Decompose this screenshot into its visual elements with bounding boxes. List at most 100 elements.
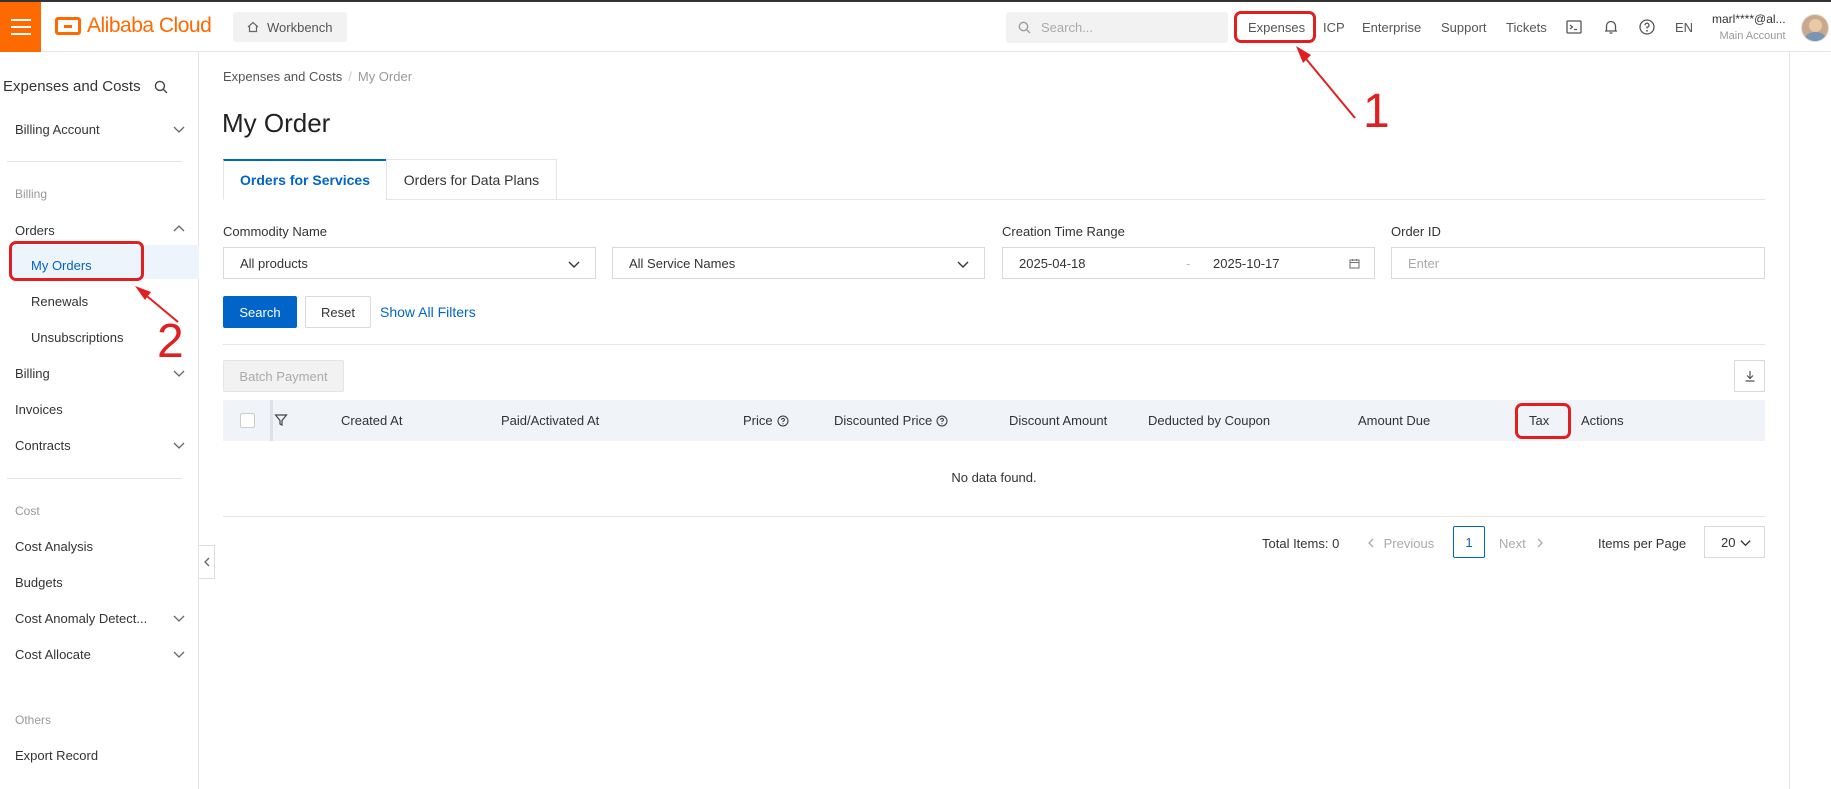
column-divider xyxy=(270,400,273,441)
previous-label: Previous xyxy=(1383,536,1435,551)
items-per-page-select[interactable]: 20 xyxy=(1704,526,1765,558)
sidebar-group-cost: Cost xyxy=(15,504,40,518)
empty-state-text: No data found. xyxy=(951,470,1037,485)
col-paid-activated-at[interactable]: Paid/Activated At xyxy=(501,413,599,428)
items-per-page-label: Items per Page xyxy=(1598,536,1687,551)
chevron-down-icon[interactable] xyxy=(172,438,186,452)
user-name: marl****@al... xyxy=(1712,12,1786,26)
show-all-filters-link[interactable]: Show All Filters xyxy=(380,304,476,320)
help-icon[interactable] xyxy=(936,415,948,427)
chevron-right-icon xyxy=(1537,538,1544,548)
service-name-select[interactable]: All Service Names xyxy=(612,247,985,279)
help-icon[interactable] xyxy=(777,415,789,427)
annotation-box-tax xyxy=(1515,403,1571,439)
sidebar-item-cost-anomaly[interactable]: Cost Anomaly Detect... xyxy=(15,611,147,626)
col-price[interactable]: Price xyxy=(743,413,789,428)
hamburger-menu-icon[interactable] xyxy=(0,2,41,52)
sidebar: Expenses and Costs Billing Account Billi… xyxy=(0,52,199,789)
brand-name: Alibaba Cloud xyxy=(87,14,212,37)
breadcrumb: Expenses and Costs / My Order xyxy=(223,69,413,84)
items-per-page-value: 20 xyxy=(1721,534,1736,550)
breadcrumb-current: My Order xyxy=(357,69,413,84)
time-range-separator: - xyxy=(1186,255,1191,271)
annotation-box-expenses xyxy=(1234,11,1316,43)
tab-orders-for-data-plans[interactable]: Orders for Data Plans xyxy=(386,159,557,200)
content-right-border xyxy=(1789,52,1790,789)
filter-icon[interactable] xyxy=(274,413,288,427)
time-start: 2025-04-18 xyxy=(1019,255,1086,271)
sidebar-title: Expenses and Costs xyxy=(3,78,141,95)
sidebar-item-billing-account[interactable]: Billing Account xyxy=(15,122,100,137)
sidebar-item-invoices[interactable]: Invoices xyxy=(15,402,63,417)
col-discounted-price-label: Discounted Price xyxy=(834,413,933,428)
previous-page-button[interactable]: Previous xyxy=(1367,536,1434,551)
reset-button[interactable]: Reset xyxy=(305,296,371,328)
breadcrumb-root[interactable]: Expenses and Costs xyxy=(223,69,342,84)
sidebar-item-renewals[interactable]: Renewals xyxy=(31,294,88,309)
chevron-down-icon[interactable] xyxy=(172,122,186,136)
nav-enterprise[interactable]: Enterprise xyxy=(1362,20,1421,35)
search-icon xyxy=(1018,21,1031,34)
section-divider xyxy=(223,344,1765,345)
sidebar-item-budgets[interactable]: Budgets xyxy=(15,575,63,590)
sidebar-divider xyxy=(7,478,182,479)
sidebar-search-icon[interactable] xyxy=(154,80,168,94)
user-role: Main Account xyxy=(1719,30,1786,42)
download-icon xyxy=(1745,371,1754,382)
col-deducted-by-coupon[interactable]: Deducted by Coupon xyxy=(1148,413,1270,428)
top-search-placeholder: Search... xyxy=(1041,20,1094,35)
workbench-button[interactable]: Workbench xyxy=(233,12,347,42)
terminal-icon[interactable] xyxy=(1565,18,1583,36)
top-search-input[interactable]: Search... xyxy=(1006,12,1228,43)
search-button[interactable]: Search xyxy=(223,296,297,328)
col-actions[interactable]: Actions xyxy=(1581,413,1624,428)
sidebar-item-export-record[interactable]: Export Record xyxy=(15,748,98,763)
col-created-at[interactable]: Created At xyxy=(341,413,402,428)
calendar-icon xyxy=(1349,259,1360,269)
download-button[interactable] xyxy=(1734,360,1765,392)
chevron-down-icon[interactable] xyxy=(172,611,186,625)
batch-payment-button[interactable]: Batch Payment xyxy=(223,360,344,392)
annotation-box-my-orders xyxy=(9,241,144,281)
language-switch[interactable]: EN xyxy=(1675,20,1693,35)
time-end: 2025-10-17 xyxy=(1213,255,1280,271)
annotation-number-1: 1 xyxy=(1363,85,1390,138)
commodity-select[interactable]: All products xyxy=(223,247,596,279)
chevron-up-icon[interactable] xyxy=(172,222,186,236)
col-discount-amount[interactable]: Discount Amount xyxy=(1009,413,1107,428)
nav-icp[interactable]: ICP xyxy=(1323,20,1345,35)
select-all-checkbox[interactable] xyxy=(240,413,255,428)
chevron-down-icon xyxy=(568,261,580,268)
col-amount-due[interactable]: Amount Due xyxy=(1358,413,1430,428)
avatar[interactable] xyxy=(1801,14,1829,42)
sidebar-item-contracts[interactable]: Contracts xyxy=(15,438,71,453)
col-price-label: Price xyxy=(743,413,773,428)
sidebar-item-cost-analysis[interactable]: Cost Analysis xyxy=(15,539,93,554)
alibaba-cloud-logo[interactable]: Alibaba Cloud xyxy=(55,14,212,38)
user-menu[interactable]: marl****@al... Main Account xyxy=(1712,12,1786,42)
chevron-down-icon xyxy=(957,261,969,268)
sidebar-item-billing[interactable]: Billing xyxy=(15,366,50,381)
commodity-name-label: Commodity Name xyxy=(223,224,328,239)
nav-tickets[interactable]: Tickets xyxy=(1506,20,1547,35)
bell-icon[interactable] xyxy=(1602,18,1620,36)
sidebar-item-orders[interactable]: Orders xyxy=(15,223,55,238)
sidebar-item-unsubscriptions[interactable]: Unsubscriptions xyxy=(31,330,124,345)
service-name-select-value: All Service Names xyxy=(629,255,736,271)
total-items: Total Items: 0 xyxy=(1262,536,1340,551)
sidebar-item-cost-allocate[interactable]: Cost Allocate xyxy=(15,647,91,662)
nav-support[interactable]: Support xyxy=(1441,20,1487,35)
col-discounted-price[interactable]: Discounted Price xyxy=(834,413,948,428)
chevron-down-icon[interactable] xyxy=(172,647,186,661)
next-page-button[interactable]: Next xyxy=(1499,536,1544,551)
creation-time-range-picker[interactable]: 2025-04-18 - 2025-10-17 xyxy=(1002,247,1375,279)
alibaba-logo-icon xyxy=(55,17,81,35)
sidebar-divider xyxy=(7,161,182,162)
order-id-input[interactable]: Enter xyxy=(1391,247,1765,279)
sidebar-group-billing: Billing xyxy=(15,187,48,201)
home-icon xyxy=(247,21,259,33)
page-1-button[interactable]: 1 xyxy=(1453,526,1485,558)
annotation-number-2: 2 xyxy=(157,315,184,368)
tab-orders-for-services[interactable]: Orders for Services xyxy=(223,159,387,200)
help-icon[interactable] xyxy=(1638,18,1656,36)
